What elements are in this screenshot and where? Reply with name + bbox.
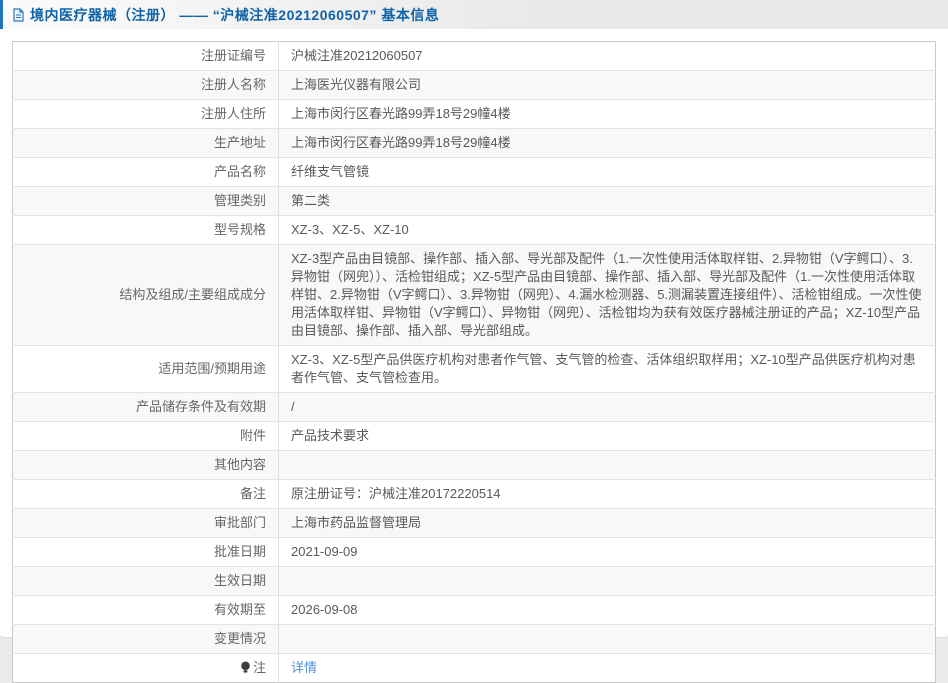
row-label-cell: 型号规格 [12, 215, 279, 245]
row-label: 生效日期 [213, 573, 266, 588]
row-value: 第二类 [291, 193, 331, 208]
row-label-cell: 产品储存条件及有效期 [12, 392, 279, 422]
table-row: 备注 原注册证号：沪械注准20172220514 [12, 479, 936, 509]
row-label: 适用范围/预期用途 [158, 361, 266, 376]
row-label: 管理类别 [213, 193, 266, 208]
row-value-cell: 2026-09-08 [278, 595, 936, 625]
table-row: 批准日期 2021-09-09 [12, 537, 936, 567]
row-label: 注册证编号 [200, 48, 266, 63]
row-value: / [291, 399, 295, 414]
row-label-cell: 产品名称 [12, 157, 279, 187]
row-value-cell: XZ-3、XZ-5型产品供医疗机构对患者作气管、支气管的检查、活体组织取样用；X… [278, 345, 936, 393]
table-row: 产品名称 纤维支气管镜 [12, 157, 936, 187]
row-label-cell: 审批部门 [12, 508, 279, 538]
row-label-cell: 管理类别 [12, 186, 279, 216]
info-table-body: 注册证编号 沪械注准20212060507 注册人名称 上海医光仪器有限公司注册人住所… [12, 41, 936, 683]
table-row: 注册人住所 上海市闵行区春光路99弄18号29幢4楼 [12, 99, 936, 129]
row-label: 变更情况 [213, 631, 266, 646]
row-label: 审批部门 [213, 515, 266, 530]
row-value: 纤维支气管镜 [291, 164, 370, 179]
row-value: XZ-3、XZ-5型产品供医疗机构对患者作气管、支气管的检查、活体组织取样用；X… [291, 352, 916, 385]
row-label-cell: 生产地址 [12, 128, 279, 158]
row-label: 型号规格 [213, 222, 266, 237]
page-title-bar: 境内医疗器械（注册） —— “沪械注准20212060507” 基本信息 [0, 0, 948, 29]
table-row: 结构及组成/主要组成成分 XZ-3型产品由目镜部、操作部、插入部、导光部及配件（1… [12, 244, 936, 346]
row-label-cell: 注册人名称 [12, 70, 279, 100]
row-value: 上海市药品监督管理局 [291, 515, 422, 530]
row-value-cell: 上海医光仪器有限公司 [278, 70, 936, 100]
row-label: 其他内容 [213, 457, 266, 472]
table-row: 变更情况 [12, 624, 936, 654]
detail-link[interactable]: 详情 [291, 660, 317, 675]
table-row: 生效日期 [12, 566, 936, 596]
row-label: 注 [252, 660, 266, 675]
row-value: 产品技术要求 [291, 428, 370, 443]
row-value-cell [278, 566, 936, 596]
row-value: 2026-09-08 [291, 602, 358, 617]
row-value-cell: 沪械注准20212060507 [279, 42, 936, 71]
row-label-cell: 变更情况 [12, 624, 279, 654]
row-value-cell: 2021-09-09 [278, 537, 936, 567]
registration-info-table: 注册证编号 沪械注准20212060507 注册人名称 上海医光仪器有限公司注册人住所… [12, 41, 936, 683]
content-panel: 注册证编号 沪械注准20212060507 注册人名称 上海医光仪器有限公司注册人住所… [0, 29, 948, 683]
row-value-cell: 产品技术要求 [278, 421, 936, 451]
row-label-cell: 结构及组成/主要组成成分 [12, 244, 279, 346]
row-value-cell: 第二类 [278, 186, 936, 216]
table-row: 管理类别 第二类 [12, 186, 936, 216]
row-value: 沪械注准20212060507 [291, 48, 423, 63]
row-label-cell: 注册证编号 [12, 41, 279, 71]
row-label: 批准日期 [213, 544, 266, 559]
table-row: 注册人名称 上海医光仪器有限公司 [12, 70, 936, 100]
row-label: 备注 [239, 486, 266, 501]
table-row: 适用范围/预期用途 XZ-3、XZ-5型产品供医疗机构对患者作气管、支气管的检查、… [12, 345, 936, 393]
table-row: 型号规格 XZ-3、XZ-5、XZ-10 [12, 215, 936, 245]
row-value-cell: 上海市闵行区春光路99弄18号29幢4楼 [278, 128, 936, 158]
table-row: 注 详情 [12, 653, 936, 683]
row-label-cell: 适用范围/预期用途 [12, 345, 279, 393]
row-value-cell: 原注册证号：沪械注准20172220514 [278, 479, 936, 509]
row-value-cell [278, 450, 936, 480]
table-row: 有效期至 2026-09-08 [12, 595, 936, 625]
row-label-cell: 批准日期 [12, 537, 279, 567]
row-label: 附件 [239, 428, 266, 443]
row-value-cell: 上海市药品监督管理局 [278, 508, 936, 538]
table-row: 审批部门 上海市药品监督管理局 [12, 508, 936, 538]
row-value: XZ-3、XZ-5、XZ-10 [291, 222, 409, 237]
table-row: 生产地址 上海市闵行区春光路99弄18号29幢4楼 [12, 128, 936, 158]
row-value: 上海医光仪器有限公司 [291, 77, 422, 92]
row-label: 产品储存条件及有效期 [135, 399, 266, 414]
row-label-cell: 其他内容 [12, 450, 279, 480]
row-value: 2021-09-09 [291, 544, 358, 559]
row-value-cell: XZ-3型产品由目镜部、操作部、插入部、导光部及配件（1.一次性使用活体取样钳、… [278, 244, 936, 346]
row-value: 原注册证号：沪械注准20172220514 [291, 486, 501, 501]
row-value-cell [278, 624, 936, 654]
row-value-cell: 纤维支气管镜 [278, 157, 936, 187]
row-value-cell: 详情 [278, 653, 936, 683]
row-value-cell: / [278, 392, 936, 422]
row-label-cell: 附件 [12, 421, 279, 451]
row-value-cell: XZ-3、XZ-5、XZ-10 [278, 215, 936, 245]
row-label-cell: 备注 [12, 479, 279, 509]
row-label-cell: 生效日期 [12, 566, 279, 596]
row-label: 注册人名称 [200, 77, 266, 92]
table-row: 附件 产品技术要求 [12, 421, 936, 451]
row-value: 上海市闵行区春光路99弄18号29幢4楼 [291, 106, 511, 121]
document-icon [12, 7, 25, 22]
row-value-cell: 上海市闵行区春光路99弄18号29幢4楼 [278, 99, 936, 129]
row-label: 产品名称 [213, 164, 266, 179]
row-label-cell: 有效期至 [12, 595, 279, 625]
row-label-cell: 注 [12, 653, 279, 683]
page-title: 境内医疗器械（注册） —— “沪械注准20212060507” 基本信息 [30, 6, 440, 23]
row-label: 生产地址 [213, 135, 266, 150]
table-row: 产品储存条件及有效期 / [12, 392, 936, 422]
row-label: 有效期至 [213, 602, 266, 617]
row-label-cell: 注册人住所 [12, 99, 279, 129]
table-row: 其他内容 [12, 450, 936, 480]
row-value: 上海市闵行区春光路99弄18号29幢4楼 [291, 135, 511, 150]
row-label: 结构及组成/主要组成成分 [119, 287, 266, 302]
row-value: XZ-3型产品由目镜部、操作部、插入部、导光部及配件（1.一次性使用活体取样钳、… [291, 251, 922, 338]
table-row: 注册证编号 沪械注准20212060507 [12, 41, 936, 71]
row-label: 注册人住所 [200, 106, 266, 121]
note-bulb-icon [240, 661, 251, 674]
